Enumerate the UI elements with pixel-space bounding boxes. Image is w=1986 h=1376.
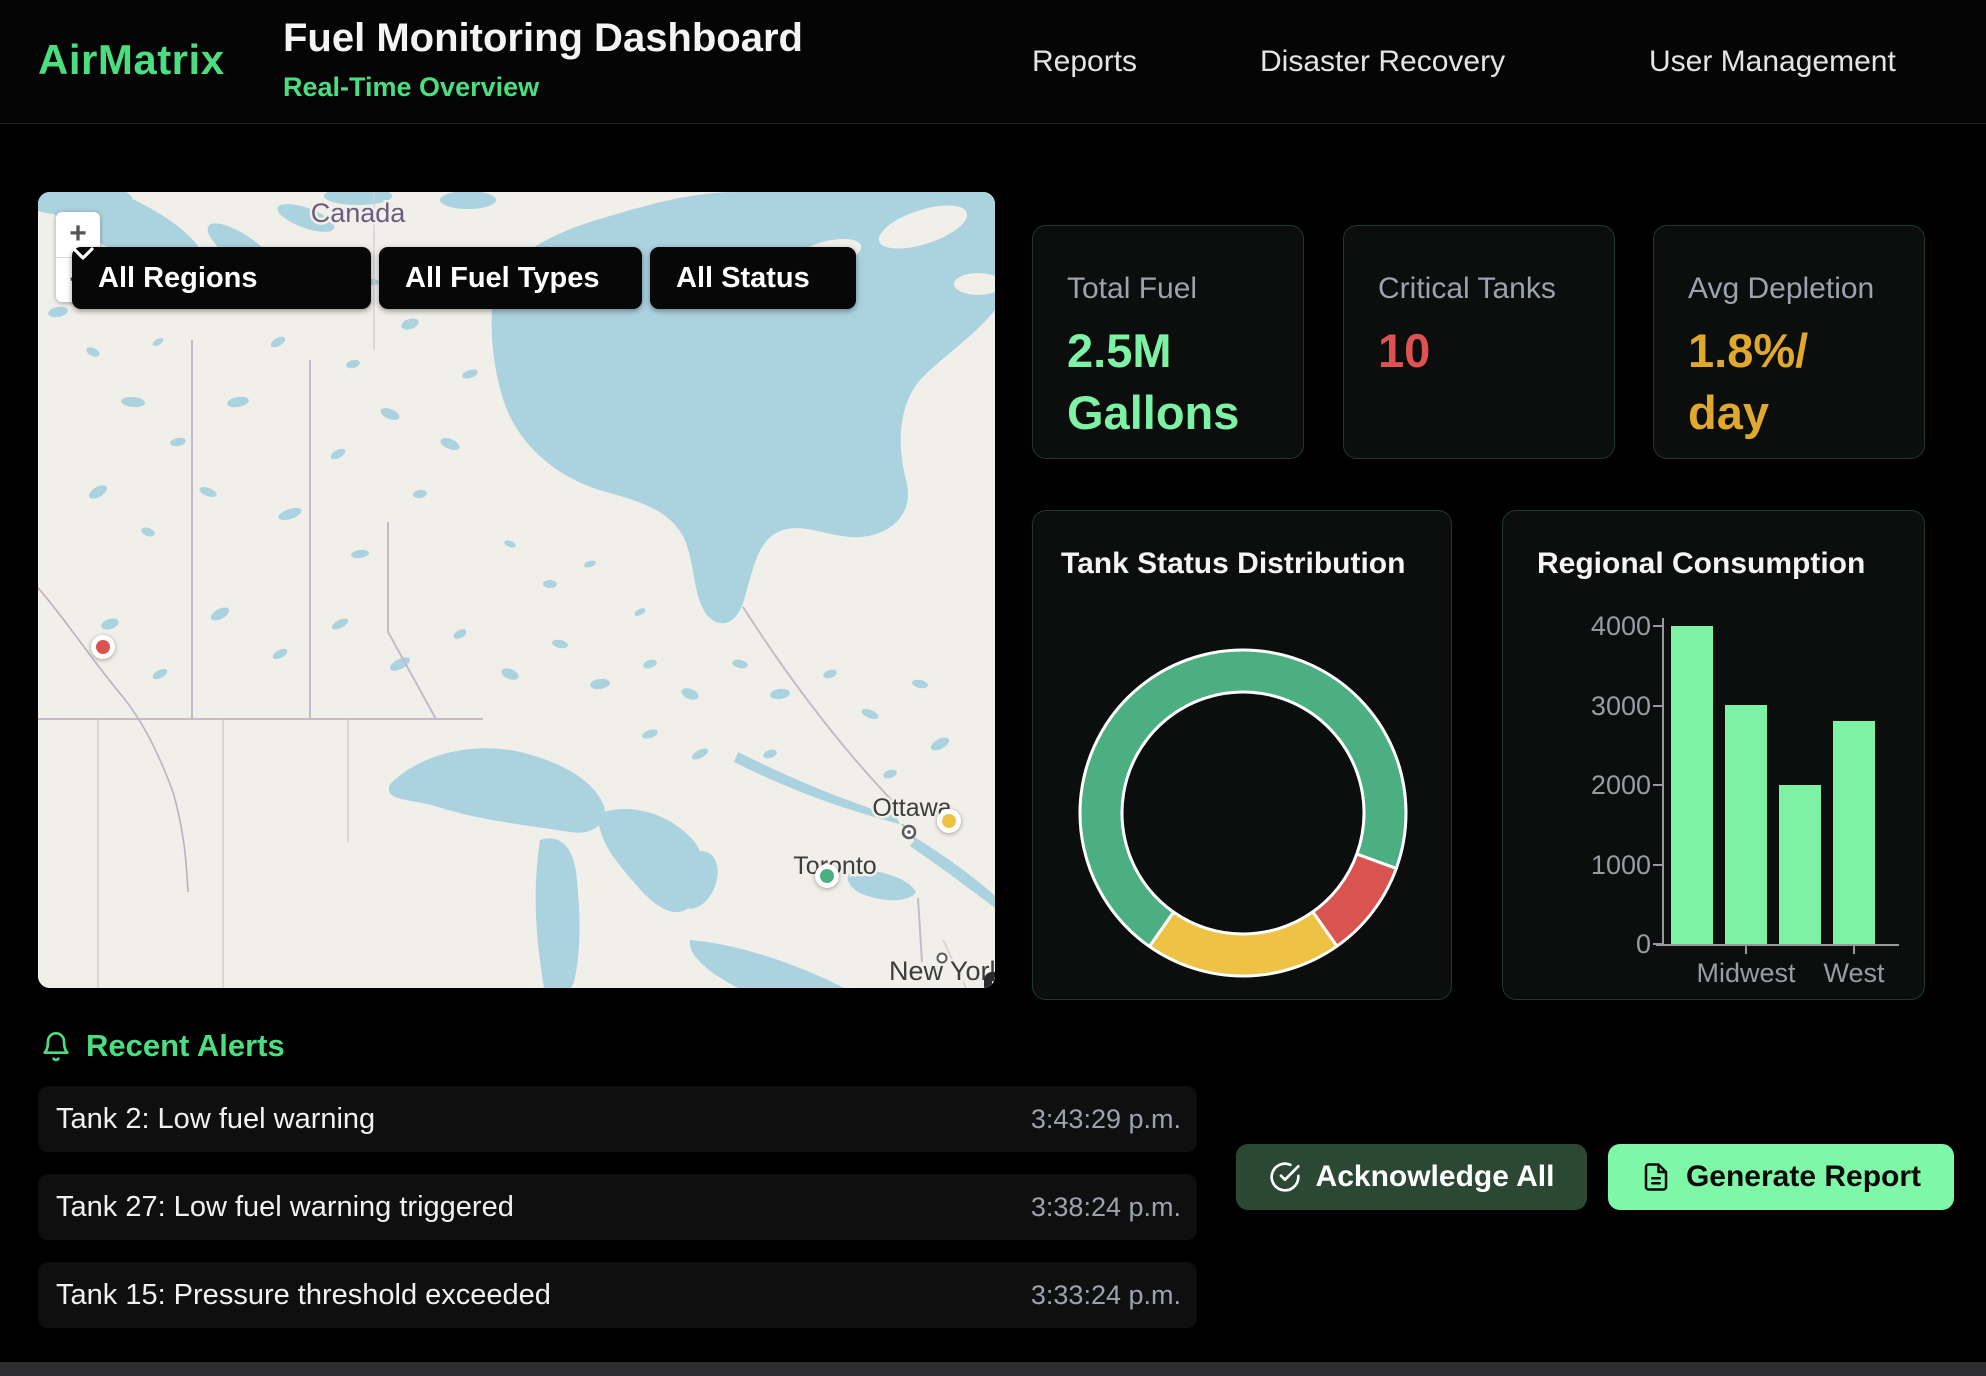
nav-item-user-management[interactable]: User Management	[1649, 45, 1896, 79]
map-town-dot-new-york	[938, 954, 947, 963]
bar-col1	[1671, 626, 1713, 944]
tank-status-distribution-card: Tank Status Distribution	[1032, 510, 1452, 1000]
chart-title: Tank Status Distribution	[1061, 547, 1405, 581]
stat-label: Avg Depletion	[1688, 272, 1890, 306]
recent-alerts-heading: Recent Alerts	[40, 1028, 285, 1064]
fuel-monitoring-dashboard: AirMatrix Fuel Monitoring Dashboard Real…	[0, 0, 1986, 1376]
check-circle-icon	[1269, 1161, 1301, 1193]
stat-label: Total Fuel	[1067, 272, 1269, 306]
donut-segment-warning	[1150, 912, 1337, 976]
recent-alerts-title: Recent Alerts	[86, 1028, 285, 1064]
regional-consumption-card: Regional Consumption 01000200030004000Mi…	[1502, 510, 1925, 1000]
alert-text: Tank 27: Low fuel warning triggered	[56, 1191, 514, 1224]
x-tick-label: West	[1769, 958, 1939, 989]
alert-row: Tank 2: Low fuel warning 3:43:29 p.m.	[38, 1086, 1197, 1152]
regional-consumption-bar-chart: 01000200030004000MidwestWest	[1503, 511, 1926, 1001]
page-subtitle: Real-Time Overview	[283, 72, 539, 103]
generate-report-label: Generate Report	[1686, 1160, 1921, 1194]
map-panel[interactable]: Canada Ottawa Toronto New York + − All R…	[38, 192, 995, 988]
stat-card-total-fuel: Total Fuel 2.5M Gallons	[1032, 225, 1304, 459]
acknowledge-all-button[interactable]: Acknowledge All	[1236, 1144, 1587, 1210]
tank-status-donut-chart	[1033, 511, 1453, 1001]
stat-card-avg-depletion: Avg Depletion 1.8%/ day	[1653, 225, 1925, 459]
map-canvas: Canada Ottawa Toronto New York	[38, 192, 995, 988]
fuel-type-filter-select[interactable]: All Fuel Types	[379, 247, 642, 309]
map-label-canada: Canada	[311, 198, 407, 228]
stat-value: 10	[1378, 320, 1580, 382]
bar-col3	[1779, 785, 1821, 944]
map-drag-handle[interactable]	[984, 972, 995, 988]
fuel-type-filter-value: All Fuel Types	[405, 262, 599, 295]
tank-marker-normal[interactable]	[815, 864, 839, 888]
chevron-down-icon	[72, 247, 94, 261]
y-tick	[1653, 864, 1662, 866]
region-filter-value: All Regions	[98, 262, 258, 295]
alert-time: 3:43:29 p.m.	[1031, 1104, 1181, 1135]
tank-marker-critical[interactable]	[91, 635, 115, 659]
file-text-icon	[1641, 1162, 1671, 1192]
y-tick-label: 0	[1531, 929, 1651, 960]
x-tick	[1853, 946, 1855, 954]
alert-row: Tank 27: Low fuel warning triggered 3:38…	[38, 1174, 1197, 1240]
y-tick	[1653, 705, 1662, 707]
stat-value: 2.5M Gallons	[1067, 320, 1269, 444]
alert-text: Tank 15: Pressure threshold exceeded	[56, 1279, 551, 1312]
status-filter-value: All Status	[676, 262, 810, 295]
alert-row: Tank 15: Pressure threshold exceeded 3:3…	[38, 1262, 1197, 1328]
stat-card-critical-tanks: Critical Tanks 10	[1343, 225, 1615, 459]
y-tick	[1653, 625, 1662, 627]
region-filter-select[interactable]: All Regions	[72, 247, 371, 309]
generate-report-button[interactable]: Generate Report	[1608, 1144, 1954, 1210]
y-tick-label: 3000	[1531, 691, 1651, 722]
header: AirMatrix Fuel Monitoring Dashboard Real…	[0, 0, 1986, 124]
brand-logo: AirMatrix	[38, 36, 225, 84]
bar-Midwest	[1725, 705, 1767, 944]
status-filter-select[interactable]: All Status	[650, 247, 856, 309]
y-tick	[1653, 784, 1662, 786]
page-title: Fuel Monitoring Dashboard	[283, 16, 803, 61]
nav-item-disaster-recovery[interactable]: Disaster Recovery	[1260, 45, 1505, 79]
x-tick	[1745, 946, 1747, 954]
bar-West	[1833, 721, 1875, 944]
alert-time: 3:38:24 p.m.	[1031, 1192, 1181, 1223]
alert-time: 3:33:24 p.m.	[1031, 1280, 1181, 1311]
map-town-dot-ottawa-center	[907, 830, 911, 834]
footer-bar	[0, 1362, 1986, 1376]
y-tick-label: 4000	[1531, 611, 1651, 642]
y-axis-line	[1662, 618, 1664, 946]
map-filters: All Regions All Fuel Types All Status	[72, 247, 856, 309]
stat-label: Critical Tanks	[1378, 272, 1580, 306]
acknowledge-all-label: Acknowledge All	[1316, 1160, 1555, 1194]
nav-item-reports[interactable]: Reports	[1032, 45, 1137, 79]
alert-text: Tank 2: Low fuel warning	[56, 1103, 375, 1136]
stat-value: 1.8%/ day	[1688, 320, 1890, 444]
x-axis-line	[1656, 944, 1899, 946]
bell-icon	[40, 1028, 72, 1064]
y-tick-label: 1000	[1531, 850, 1651, 881]
y-tick	[1653, 943, 1662, 945]
y-tick-label: 2000	[1531, 770, 1651, 801]
tank-marker-warning[interactable]	[937, 809, 961, 833]
